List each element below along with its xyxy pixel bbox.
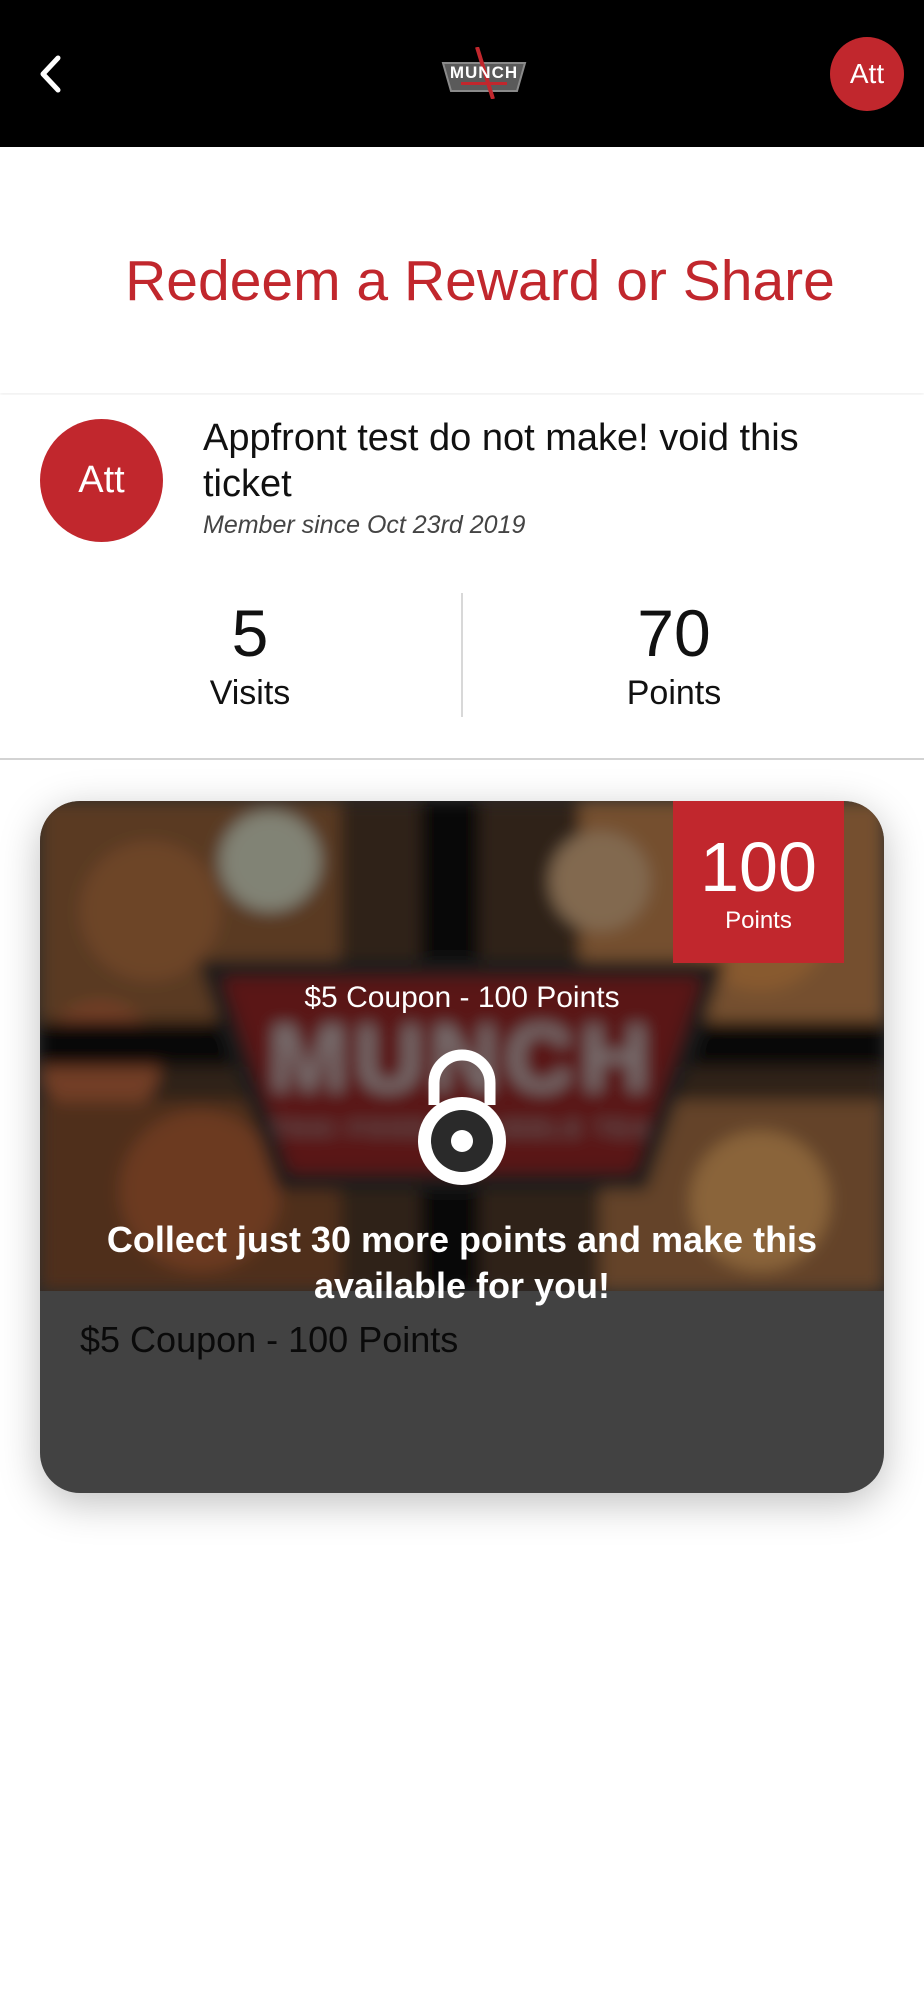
- badge-points-value: 100: [700, 828, 817, 906]
- avatar-initials: Att: [849, 58, 885, 89]
- lock-icon: [418, 1049, 506, 1185]
- profile-avatar-initials: Att: [78, 459, 125, 501]
- section-divider: [0, 758, 924, 760]
- page-title: Redeem a Reward or Share: [125, 249, 835, 313]
- badge-points-label: Points: [725, 907, 792, 934]
- stats-divider: [461, 593, 463, 717]
- reward-title: $5 Coupon - 100 Points: [80, 1319, 459, 1360]
- user-avatar-button[interactable]: Att: [830, 37, 904, 111]
- points-badge: 100 Points: [673, 801, 844, 963]
- munch-logo: MUNCH: [441, 47, 527, 99]
- profile-avatar: Att: [40, 419, 163, 542]
- reward-card[interactable]: MUNCH THAI FOOD & BUBBLE TEA 100 Points …: [40, 801, 884, 1493]
- svg-text:MUNCH: MUNCH: [450, 63, 518, 82]
- overlay-coupon-title: $5 Coupon - 100 Points: [304, 981, 620, 1014]
- visits-label: Visits: [209, 674, 291, 712]
- profile-section: Att Appfront test do not make! void this…: [0, 395, 924, 759]
- profile-name: Appfront test do not make! void this tic…: [203, 417, 799, 505]
- member-since: Member since Oct 23rd 2019: [203, 511, 526, 539]
- page-header: Redeem a Reward or Share: [0, 147, 924, 393]
- points-label: Points: [626, 674, 722, 712]
- chevron-left-icon: [40, 55, 61, 93]
- back-button[interactable]: [28, 44, 72, 104]
- top-app-bar: MUNCH Att: [0, 0, 924, 147]
- unlock-message: Collect just 30 more points and make thi…: [106, 1219, 818, 1306]
- visits-stat: 5 Visits: [100, 595, 400, 713]
- visits-value: 5: [231, 596, 269, 670]
- points-stat: 70 Points: [524, 595, 824, 713]
- points-value: 70: [637, 596, 711, 670]
